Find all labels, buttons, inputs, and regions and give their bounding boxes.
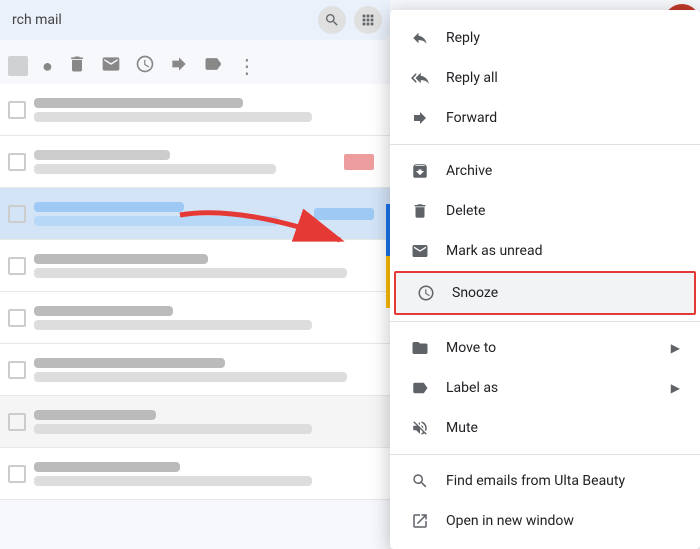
email-content <box>34 358 382 382</box>
row-checkbox[interactable] <box>8 101 26 119</box>
row-checkbox[interactable] <box>8 205 26 223</box>
row-checkbox[interactable] <box>8 309 26 327</box>
more-options-icon[interactable]: ⋮ <box>237 54 257 78</box>
email-content <box>34 98 382 122</box>
row-checkbox[interactable] <box>8 257 26 275</box>
mark-unread-icon <box>410 241 430 261</box>
email-sender <box>34 98 243 108</box>
menu-divider <box>390 321 700 322</box>
label-toolbar-icon[interactable] <box>203 54 223 78</box>
forward-label: Forward <box>446 110 680 126</box>
menu-item-delete[interactable]: Delete <box>390 191 700 231</box>
select-all-checkbox[interactable] <box>8 56 28 76</box>
reply-all-icon <box>410 68 430 88</box>
menu-item-label-as[interactable]: Label as ▶ <box>390 368 700 408</box>
menu-item-mark-unread[interactable]: Mark as unread <box>390 231 700 271</box>
snooze-label: Snooze <box>452 285 674 301</box>
find-emails-label: Find emails from Ulta Beauty <box>446 473 680 489</box>
row-checkbox[interactable] <box>8 413 26 431</box>
delete-menu-icon <box>410 201 430 221</box>
email-subject <box>34 320 312 330</box>
top-right-icons <box>310 0 390 40</box>
email-row[interactable] <box>0 344 390 396</box>
reply-icon <box>410 28 430 48</box>
delete-icon[interactable] <box>67 54 87 78</box>
menu-item-archive[interactable]: Archive <box>390 151 700 191</box>
mark-read-icon[interactable] <box>101 54 121 78</box>
email-tag <box>344 154 374 170</box>
archive-label: Archive <box>446 163 680 179</box>
open-new-window-label: Open in new window <box>446 513 680 529</box>
menu-divider <box>390 454 700 455</box>
email-sender <box>34 306 173 316</box>
search-text: rch mail <box>12 12 62 28</box>
email-subject <box>34 164 276 174</box>
row-checkbox[interactable] <box>8 153 26 171</box>
email-sender <box>34 410 156 420</box>
move-to-icon <box>410 338 430 358</box>
email-subject <box>34 476 312 486</box>
submenu-arrow: ▶ <box>671 381 680 395</box>
email-sender <box>34 150 170 160</box>
email-subject <box>34 424 312 434</box>
archive-icon <box>410 161 430 181</box>
email-content <box>34 462 382 486</box>
snooze-toolbar-icon[interactable] <box>135 54 155 78</box>
menu-item-move-to[interactable]: Move to ▶ <box>390 328 700 368</box>
label-as-label: Label as <box>446 380 655 396</box>
red-arrow <box>160 195 380 275</box>
reply-label: Reply <box>446 30 680 46</box>
email-content <box>34 410 382 434</box>
email-row[interactable] <box>0 448 390 500</box>
label-as-icon <box>410 378 430 398</box>
email-sender <box>34 462 180 472</box>
forward-toolbar-icon[interactable] <box>169 54 189 78</box>
menu-item-reply[interactable]: Reply <box>390 18 700 58</box>
email-content <box>34 306 382 330</box>
mark-unread-label: Mark as unread <box>446 243 680 259</box>
context-menu: Reply Reply all Forward Archive Delete M… <box>390 10 700 549</box>
row-checkbox[interactable] <box>8 361 26 379</box>
menu-item-mute[interactable]: Mute <box>390 408 700 448</box>
toolbar: ● ⋮ <box>0 48 390 84</box>
important-icon[interactable]: ● <box>42 56 53 77</box>
search-icon-top[interactable] <box>318 6 346 34</box>
menu-item-reply-all[interactable]: Reply all <box>390 58 700 98</box>
email-subject <box>34 372 347 382</box>
email-sender <box>34 358 225 368</box>
mute-label: Mute <box>446 420 680 436</box>
reply-all-label: Reply all <box>446 70 680 86</box>
email-subject <box>34 112 312 122</box>
email-row[interactable] <box>0 396 390 448</box>
delete-label: Delete <box>446 203 680 219</box>
move-to-label: Move to <box>446 340 655 356</box>
submenu-arrow: ▶ <box>671 341 680 355</box>
menu-item-find-emails[interactable]: Find emails from Ulta Beauty <box>390 461 700 501</box>
email-row[interactable] <box>0 136 390 188</box>
email-row[interactable] <box>0 292 390 344</box>
mute-icon <box>410 418 430 438</box>
menu-item-forward[interactable]: Forward <box>390 98 700 138</box>
menu-divider <box>390 144 700 145</box>
search-menu-icon <box>410 471 430 491</box>
open-new-window-icon <box>410 511 430 531</box>
menu-item-snooze[interactable]: Snooze <box>394 271 696 315</box>
snooze-icon <box>416 283 436 303</box>
menu-item-open-new-window[interactable]: Open in new window <box>390 501 700 541</box>
forward-icon <box>410 108 430 128</box>
row-checkbox[interactable] <box>8 465 26 483</box>
grid-icon-top[interactable] <box>354 6 382 34</box>
email-row[interactable] <box>0 84 390 136</box>
email-list <box>0 84 390 525</box>
email-content <box>34 150 336 174</box>
